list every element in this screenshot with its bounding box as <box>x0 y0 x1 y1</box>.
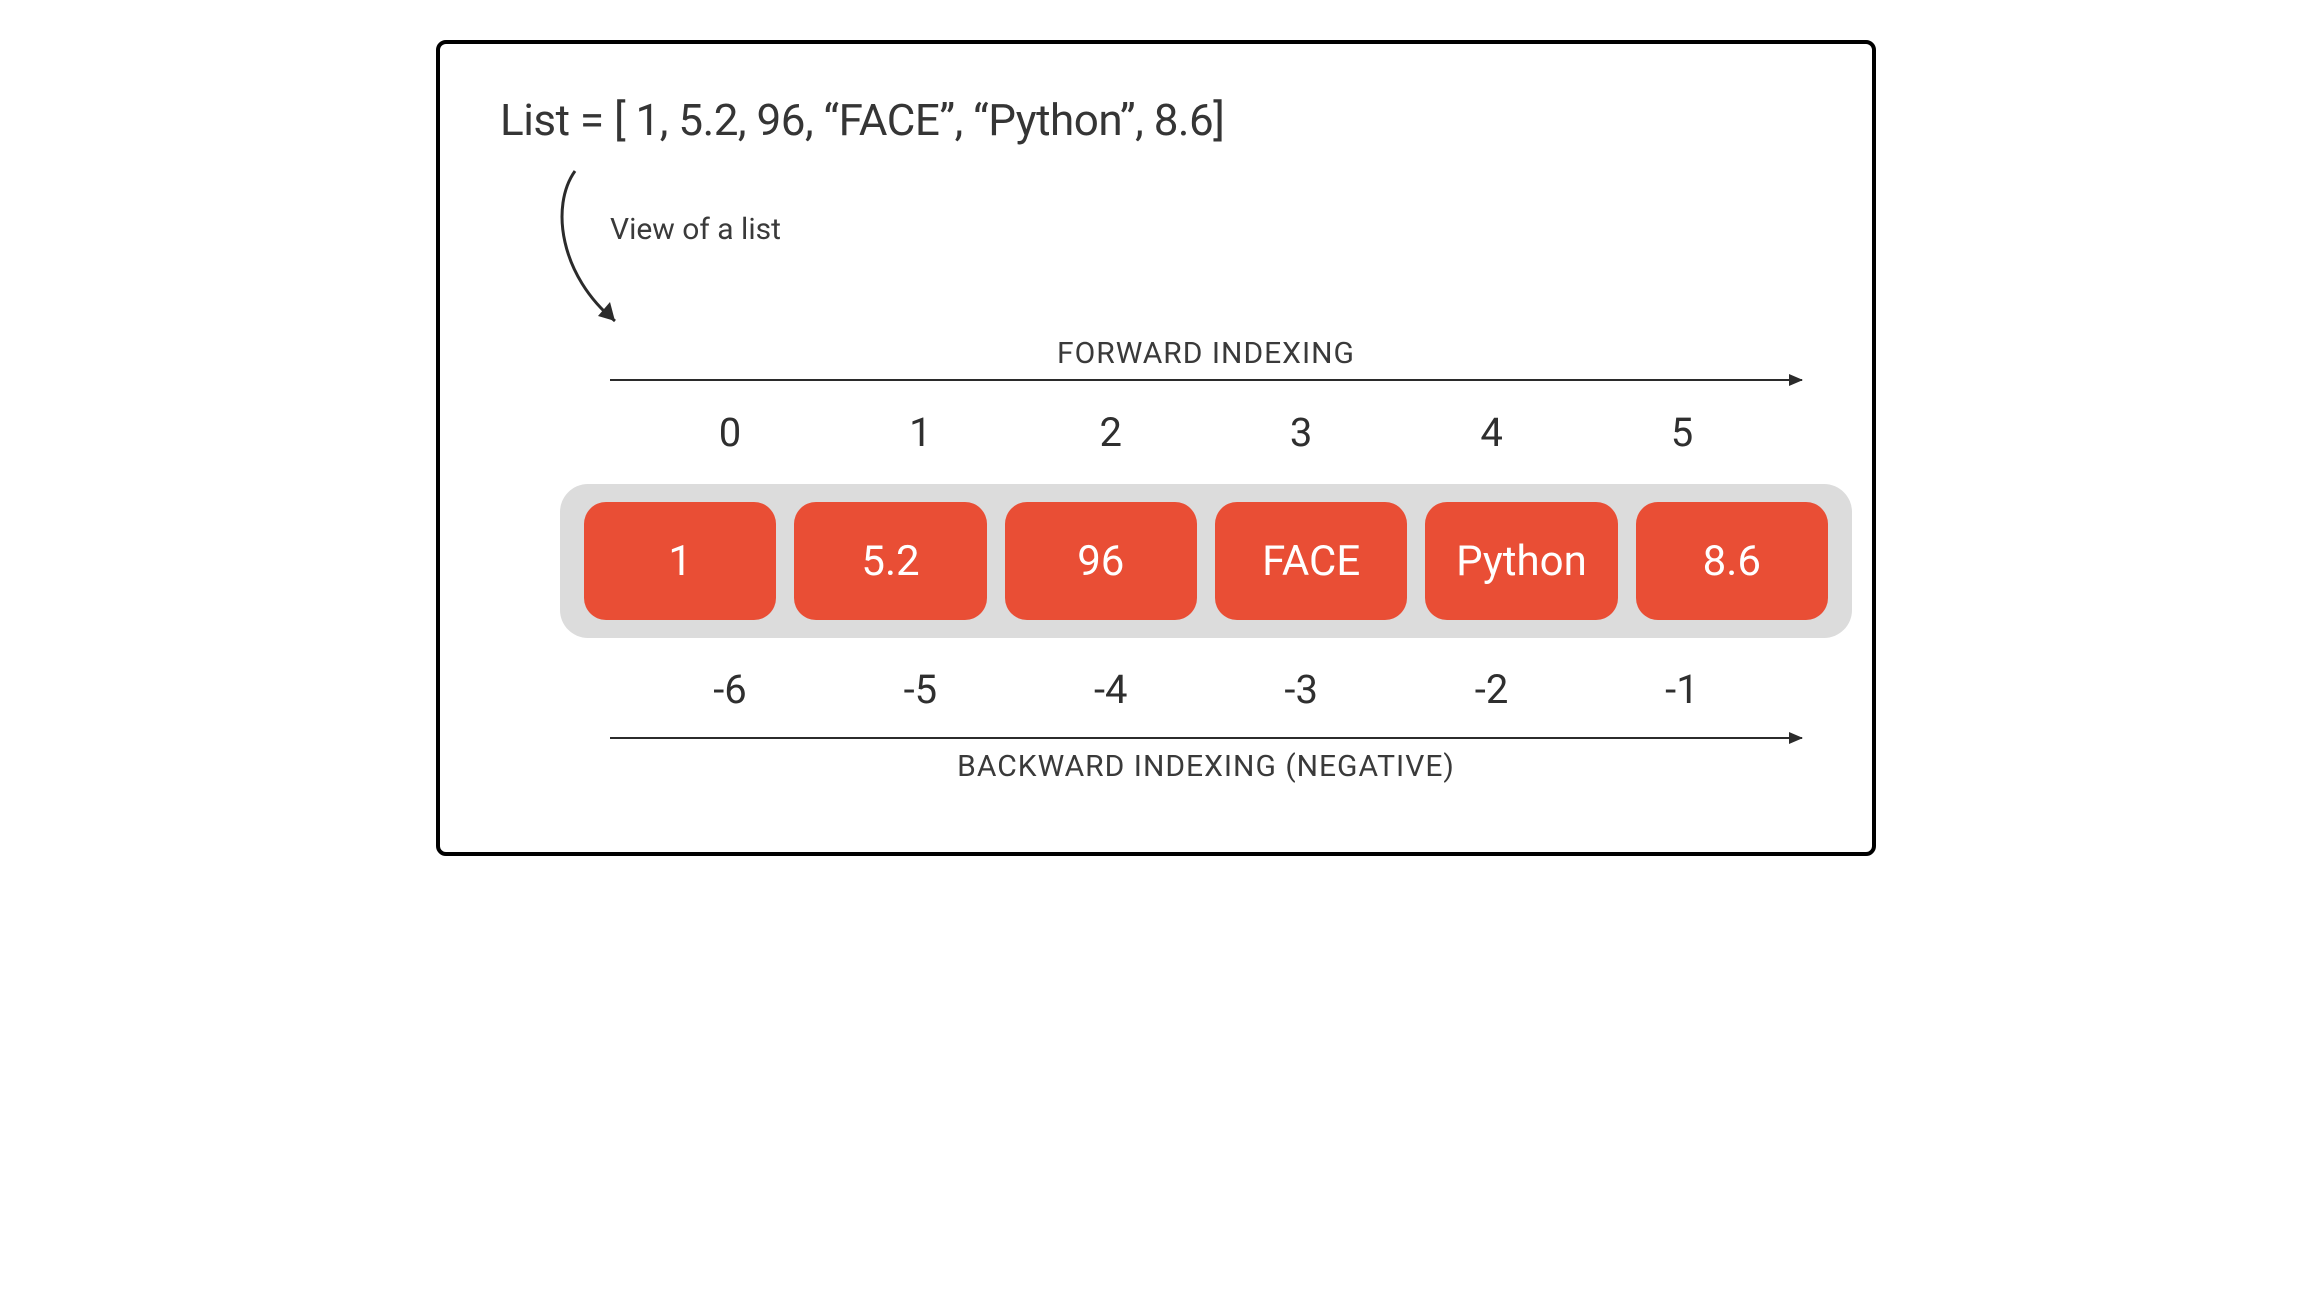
backward-arrow-line <box>610 737 1802 739</box>
diagram-frame: List = [ 1, 5.2, 96, “FACE”, “Python”, 8… <box>436 40 1876 856</box>
view-of-list-label: View of a list <box>610 212 781 247</box>
backward-index: -6 <box>640 666 820 713</box>
backward-index-row: -6 -5 -4 -3 -2 -1 <box>610 666 1802 713</box>
forward-index: 5 <box>1592 409 1772 456</box>
curved-arrow-icon <box>530 166 650 346</box>
forward-indexing-label: FORWARD INDEXING <box>610 336 1802 371</box>
backward-index: -4 <box>1021 666 1201 713</box>
forward-arrow-line <box>610 379 1802 381</box>
forward-index: 2 <box>1021 409 1201 456</box>
forward-index: 4 <box>1402 409 1582 456</box>
forward-index: 3 <box>1211 409 1391 456</box>
backward-index: -3 <box>1211 666 1391 713</box>
backward-index: -1 <box>1592 666 1772 713</box>
list-item: 8.6 <box>1636 502 1828 620</box>
view-arrow-block: View of a list <box>530 166 1812 336</box>
list-container: 1 5.2 96 FACE Python 8.6 <box>560 484 1852 638</box>
list-item: FACE <box>1215 502 1407 620</box>
list-item: 5.2 <box>794 502 986 620</box>
list-declaration: List = [ 1, 5.2, 96, “FACE”, “Python”, 8… <box>500 94 1812 146</box>
backward-index: -5 <box>830 666 1010 713</box>
diagram-body: FORWARD INDEXING 0 1 2 3 4 5 1 5.2 96 FA… <box>610 336 1802 792</box>
list-item: 1 <box>584 502 776 620</box>
forward-index: 1 <box>830 409 1010 456</box>
list-item: Python <box>1425 502 1617 620</box>
list-item: 96 <box>1005 502 1197 620</box>
backward-index: -2 <box>1402 666 1582 713</box>
forward-index-row: 0 1 2 3 4 5 <box>610 409 1802 456</box>
forward-index: 0 <box>640 409 820 456</box>
backward-indexing-label: BACKWARD INDEXING (NEGATIVE) <box>610 749 1802 784</box>
